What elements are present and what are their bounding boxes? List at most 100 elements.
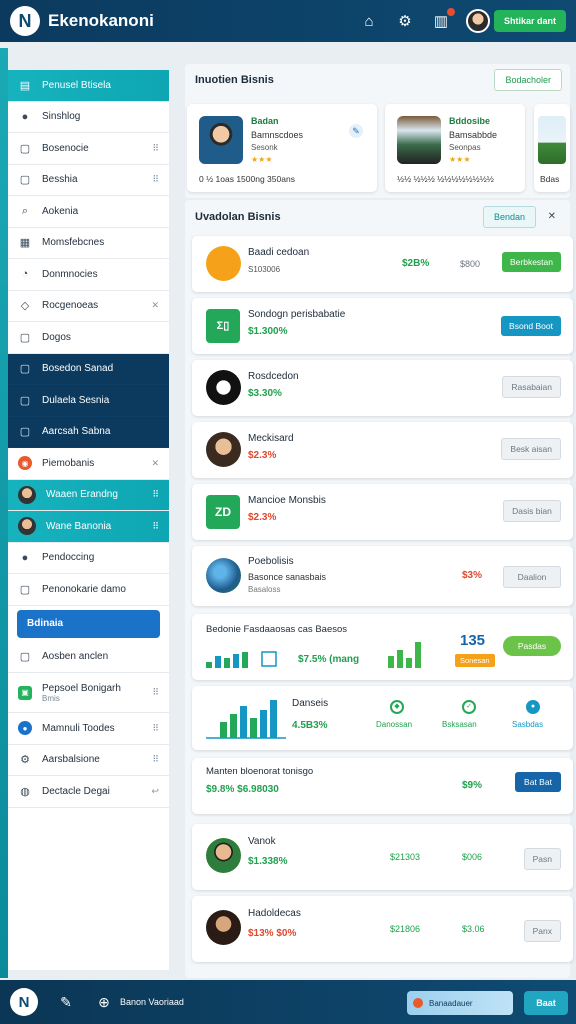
- row-action-button[interactable]: Dasis bian: [503, 500, 561, 522]
- sidebar-item-text: Sinshlog: [42, 111, 80, 122]
- sidebar-item[interactable]: ▤ Penusel Btisela: [8, 70, 169, 102]
- list-row[interactable]: Baadi cedoan S103006 $2B% $800 Berbkesta…: [192, 236, 573, 292]
- chart-option-label: Danossan: [376, 720, 413, 729]
- list-action-button[interactable]: Bendan: [482, 206, 536, 228]
- sidebar-item[interactable]: ◍ Dectacle Degai ↩: [8, 776, 169, 808]
- person-row[interactable]: Vanok $1.338% $21303 $006 Pasn: [192, 824, 573, 890]
- sidebar-item[interactable]: ▣ Pepsoel Bonigarh Bmis ⠿: [8, 673, 169, 713]
- sidebar-item-text: Pendoccing: [42, 552, 94, 563]
- sidebar-item-marker[interactable]: ⠿: [152, 723, 159, 734]
- home-icon[interactable]: ⌂: [358, 10, 380, 32]
- user-avatar[interactable]: [465, 9, 490, 33]
- sidebar-item-marker[interactable]: ⠿: [152, 754, 159, 765]
- row-action-button[interactable]: Besk aisan: [501, 438, 561, 460]
- list-title: Uvadolan Bisnis: [195, 211, 281, 223]
- featured-card-footer: 0 ½ 1oas 1500ng 350ans: [199, 174, 295, 184]
- close-icon[interactable]: ✕: [548, 211, 556, 222]
- stats-big-label: Sonesan: [455, 654, 495, 667]
- list-section: Uvadolan Bisnis Bendan ✕ Baadi cedoan S1…: [185, 200, 573, 978]
- sidebar-item[interactable]: ▢ Bosedon Sanad: [8, 353, 169, 385]
- list-row[interactable]: ZD Mancioe Monsbis $2.3% Dasis bian: [192, 484, 573, 540]
- sidebar-item[interactable]: ▢ Bosenocie ⠿: [8, 133, 169, 165]
- sidebar-item[interactable]: ▢ Besshia ⠿: [8, 165, 169, 196]
- list-row[interactable]: Poebolisis Basonce sanasbais Basaloss $3…: [192, 546, 573, 606]
- settings-icon[interactable]: ⚙: [394, 10, 416, 32]
- bottom-logo[interactable]: N: [10, 988, 38, 1016]
- globe-icon[interactable]: ⊕: [92, 990, 116, 1014]
- stats-value: $7.5% (mang: [298, 654, 360, 665]
- sidebar-item-text: Penonokarie damo: [42, 584, 126, 595]
- sidebar-item[interactable]: ▢ Penonokarie damo: [8, 574, 169, 606]
- row-name: Meckisard: [248, 433, 294, 444]
- featured-card[interactable]: Badan Bamnscdoes Sesonk ★★★ ✎ 0 ½ 1oas 1…: [187, 104, 377, 192]
- user-chip[interactable]: Shtikar dant: [465, 9, 566, 33]
- sidebar-item[interactable]: ▢ Aosben anclen: [8, 642, 169, 673]
- sidebar-item[interactable]: ▢ Dulaela Sesnia: [8, 385, 169, 417]
- stats-card: Bedonie Fasdaaosas cas Baesos $7.5% (man…: [192, 614, 573, 680]
- avatar-icon: [18, 517, 36, 536]
- row-action-button[interactable]: Berbkestan: [502, 252, 561, 272]
- search-icon: ⌕: [21, 204, 29, 217]
- bottom-button[interactable]: Baat: [524, 991, 568, 1015]
- featured-card-name: Bddosibe: [449, 116, 491, 126]
- app-logo[interactable]: N: [10, 6, 40, 36]
- sidebar-item[interactable]: Waaen Erandng ⠿: [8, 479, 169, 511]
- sidebar-item-marker[interactable]: ✕: [151, 458, 159, 469]
- info-icon[interactable]: ●: [526, 700, 540, 714]
- pen-icon[interactable]: ✎: [54, 990, 78, 1014]
- bell-icon[interactable]: ▥: [430, 8, 455, 32]
- sidebar-item-marker[interactable]: ↩: [151, 786, 159, 797]
- person-value-3: $006: [462, 852, 483, 862]
- orange-badge-icon: ◉: [18, 456, 32, 471]
- sidebar-item-label: Besshia: [42, 174, 78, 186]
- sidebar-item[interactable]: ● Sinshlog: [8, 102, 169, 133]
- globe-icon: ◍: [20, 785, 30, 798]
- sidebar-item-label: Bosedon Sanad: [42, 363, 114, 375]
- sidebar-button[interactable]: Bdinaia: [17, 609, 160, 638]
- sidebar-item-marker[interactable]: ⠿: [152, 489, 159, 500]
- sidebar-item[interactable]: ◉ Piemobanis ✕: [8, 448, 169, 480]
- list-row[interactable]: Rosdcedon $3.30% Rasabaian: [192, 360, 573, 416]
- row-action-button[interactable]: Bsond Boot: [501, 316, 561, 336]
- sidebar-item-label: Wane Banonia: [46, 520, 112, 532]
- featured-card[interactable]: Bdas: [534, 104, 570, 192]
- sidebar-item[interactable]: ⌕ Aokenia: [8, 196, 169, 228]
- check-icon[interactable]: ✓: [462, 700, 476, 714]
- bottom-input[interactable]: Banaadauer: [407, 991, 513, 1015]
- sidebar-item[interactable]: ▦ Momsfebcnes: [8, 228, 169, 259]
- sidebar-item-marker[interactable]: ⠿: [152, 174, 159, 185]
- person-row[interactable]: Hadoldecas $13% $0% $21806 $3.06 Panx: [192, 896, 573, 962]
- edit-icon[interactable]: ✎: [349, 124, 363, 138]
- sidebar-item[interactable]: ◇ Rocgenoeas ✕: [8, 291, 169, 322]
- sidebar-item-marker[interactable]: ⠿: [152, 521, 159, 532]
- summary-button[interactable]: Bat Bat: [515, 772, 561, 792]
- sidebar-item[interactable]: ▢ Dogos: [8, 322, 169, 354]
- row-action-button[interactable]: Daalion: [503, 566, 561, 588]
- sidebar-item-label: Donmnocies: [42, 268, 98, 280]
- sidebar-item[interactable]: ▢ Aarcsah Sabna: [8, 416, 169, 448]
- sidebar-item-text: Rocgenoeas: [42, 300, 98, 311]
- person-action-button[interactable]: Pasn: [523, 848, 561, 870]
- main-panel: Inuotien Bisnis Bodacholer Badan Bamnscd…: [180, 58, 573, 978]
- sidebar-item[interactable]: ● Pendoccing: [8, 543, 169, 574]
- sidebar-item[interactable]: Wane Banonia ⠿: [8, 511, 169, 543]
- sidebar-item-label: Pepsoel Bonigarh: [42, 682, 121, 694]
- stats-button[interactable]: Pasdas: [503, 636, 561, 656]
- featured-card[interactable]: Bddosibe Bamsabbde Seonpas ★★★ ½½ ½½½ ½½…: [385, 104, 525, 192]
- sidebar-item[interactable]: ◔ Donmnocies: [8, 259, 169, 291]
- chart-option-icon[interactable]: ◆: [390, 700, 404, 714]
- sidebar-item[interactable]: ⚙ Aarsbalsione ⠿: [8, 745, 169, 776]
- top-bar: N Ekenokanoni ⌂ ⚙ ▥ Shtikar dant: [0, 0, 576, 42]
- user-button[interactable]: Shtikar dant: [493, 10, 566, 32]
- sidebar: ▤ Penusel Btisela ● Sinshlog ▢ Bosenocie ⠿ ▢ Bes…: [8, 70, 169, 970]
- list-row[interactable]: Σ▯ Sondogn perisbabatie $1.300% Bsond Bo…: [192, 298, 573, 354]
- sidebar-item-marker[interactable]: ✕: [151, 300, 159, 311]
- sidebar-item[interactable]: ● Mamnuli Toodes ⠿: [8, 713, 169, 745]
- featured-action-button[interactable]: Bodacholer: [494, 69, 562, 91]
- person-action-button[interactable]: Panx: [523, 920, 561, 942]
- sidebar-item-marker[interactable]: ⠿: [152, 687, 159, 698]
- sidebar-item-label: Waaen Erandng: [46, 489, 118, 501]
- list-row[interactable]: Meckisard $2.3% Besk aisan: [192, 422, 573, 478]
- sidebar-item-marker[interactable]: ⠿: [152, 143, 159, 154]
- row-action-button[interactable]: Rasabaian: [502, 376, 561, 398]
